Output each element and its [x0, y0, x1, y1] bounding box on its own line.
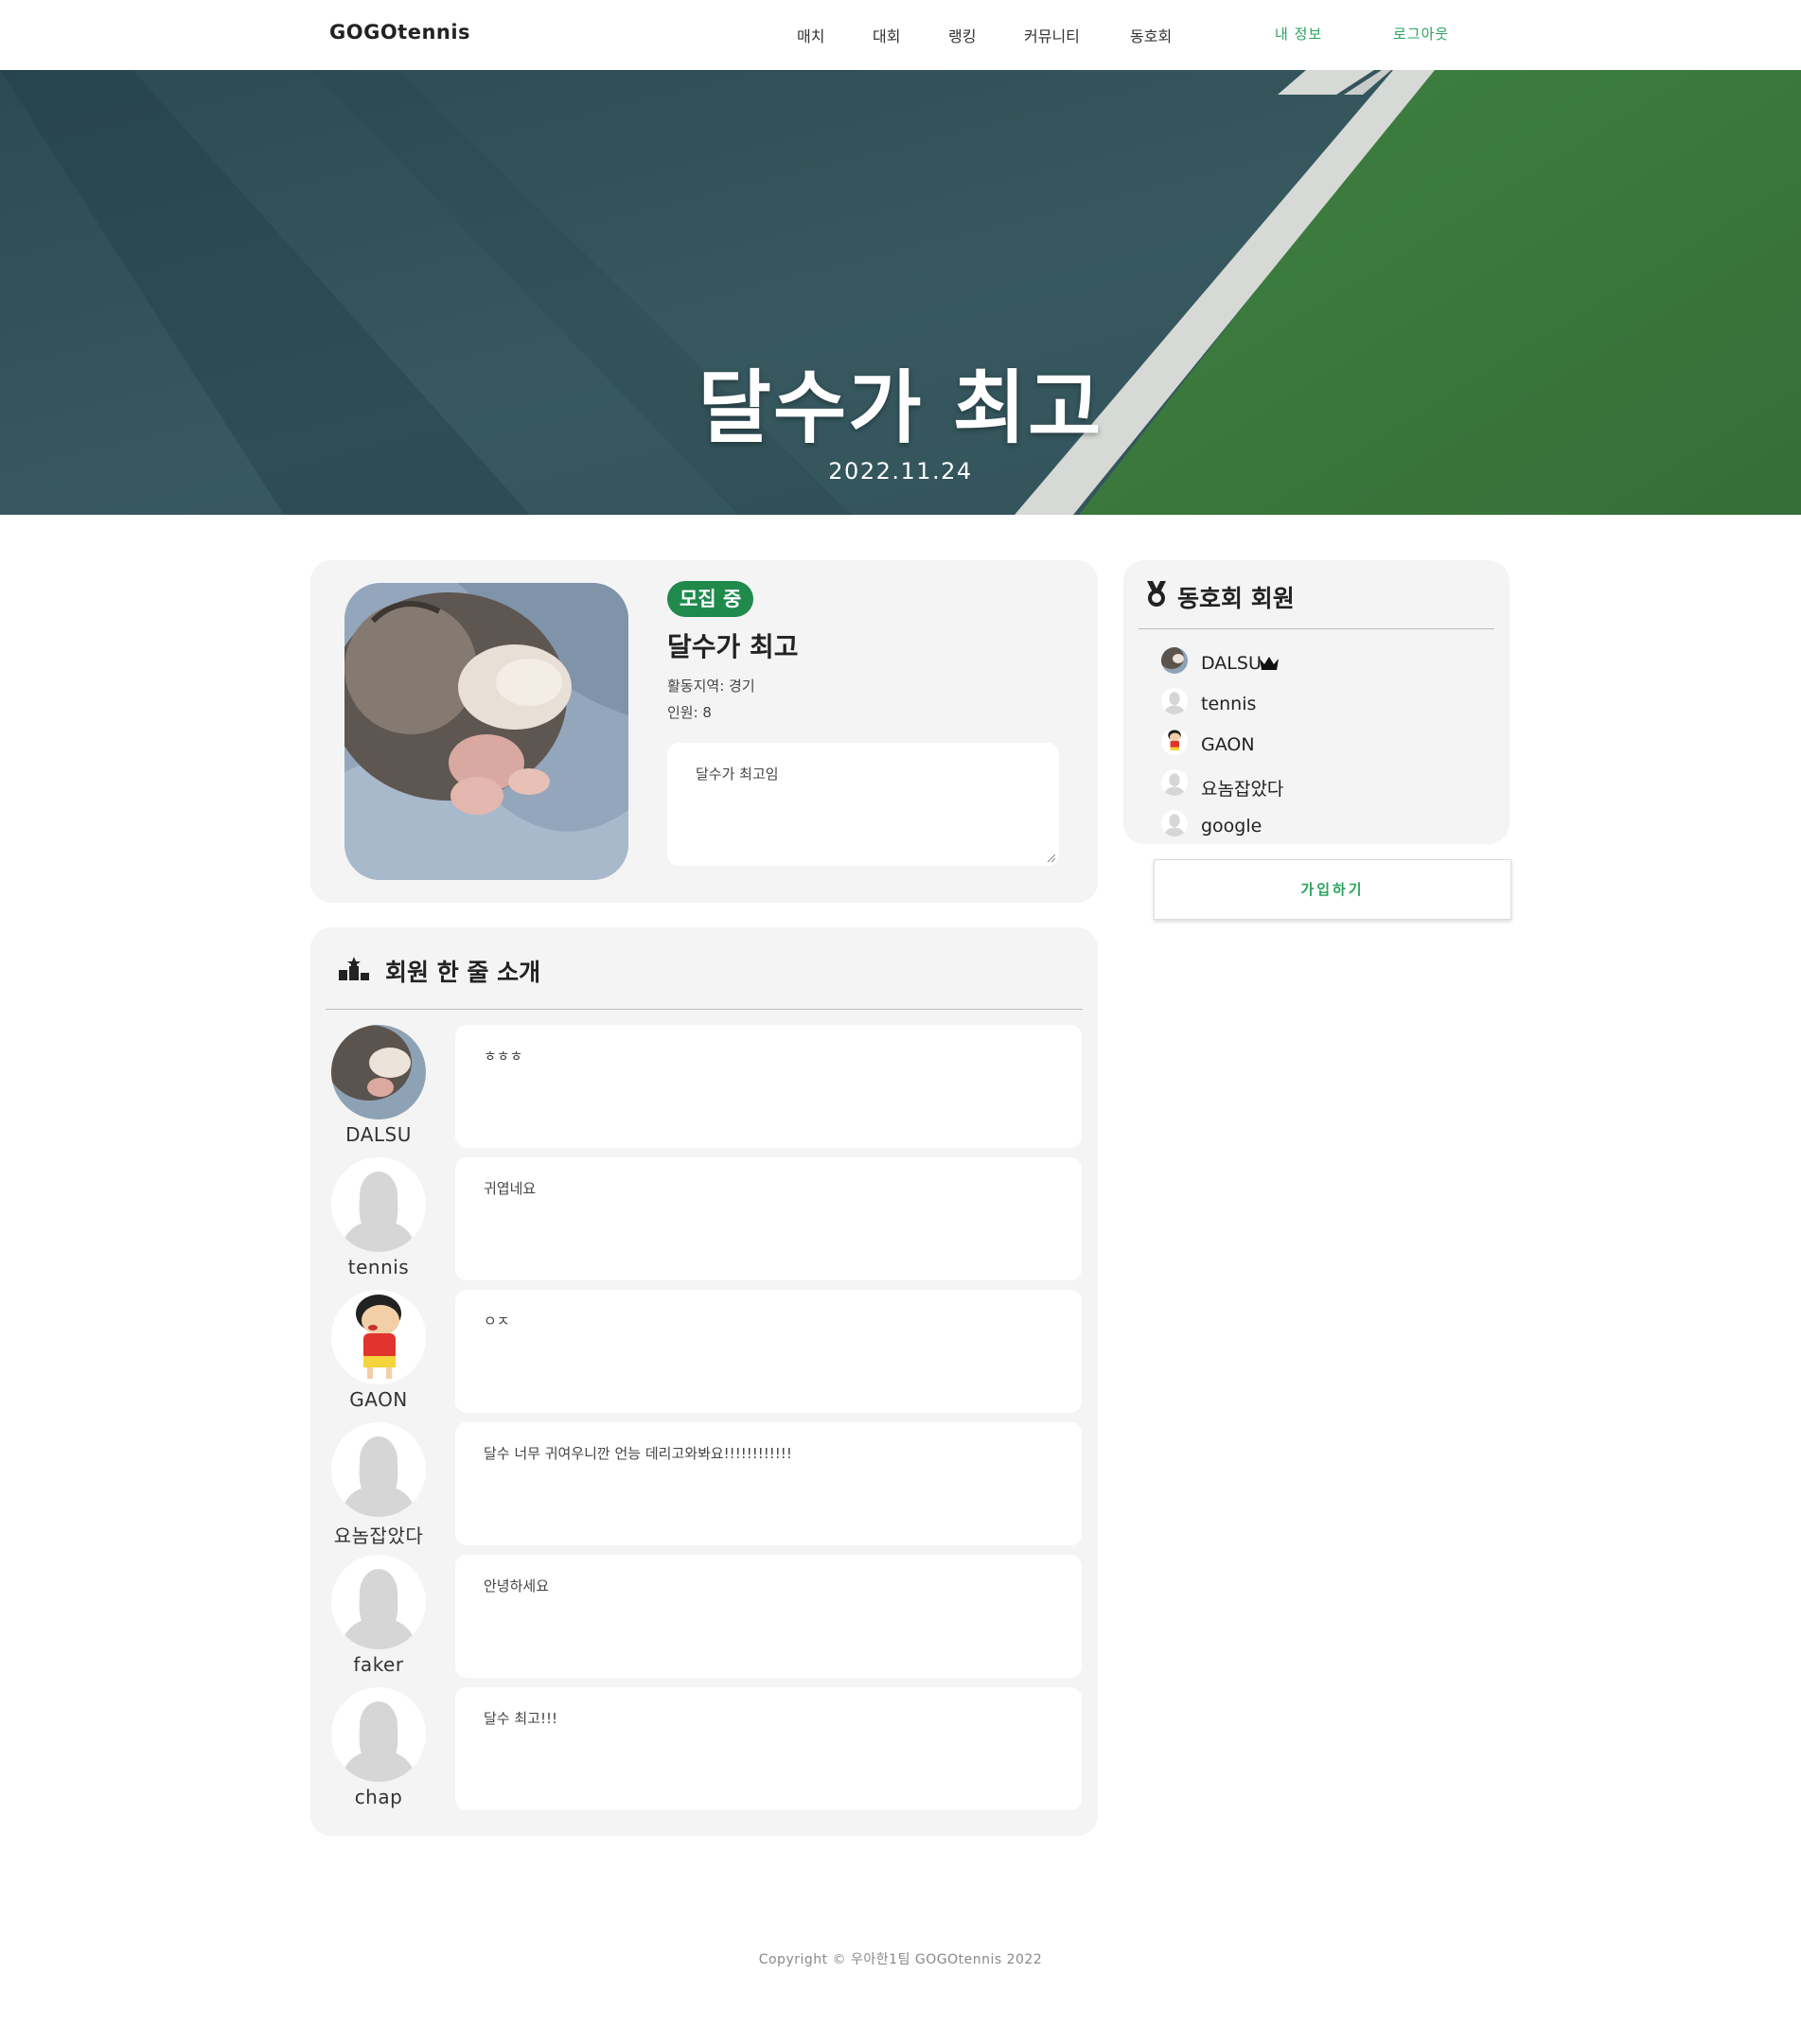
- medal-icon: [1147, 581, 1166, 607]
- cartoon-avatar-icon: [1161, 729, 1188, 755]
- nav-item-match[interactable]: 매치: [797, 24, 824, 46]
- member-intro-text: ㅇㅈ: [484, 1313, 510, 1330]
- cartoon-avatar-icon: [331, 1290, 426, 1384]
- member-intro-text: 귀엽네요: [484, 1180, 537, 1197]
- section-divider: [326, 1009, 1083, 1010]
- member-intro-message: 달수 너무 귀여우니깐 언능 데리고와봐요!!!!!!!!!!!!: [455, 1422, 1082, 1545]
- default-avatar-icon: [331, 1157, 426, 1252]
- member-intro-message: 안녕하세요: [455, 1555, 1082, 1678]
- my-info-link[interactable]: 내 정보: [1275, 24, 1322, 44]
- top-nav: GOGOtennis 매치 대회 랭킹 커뮤니티 동호회 내 정보 로그아웃: [0, 0, 1801, 70]
- sleeping-pet-image: [344, 583, 628, 880]
- default-avatar-icon: [331, 1555, 426, 1649]
- default-avatar-icon: [331, 1687, 426, 1782]
- member-name: tennis: [1201, 694, 1257, 714]
- resize-handle-icon[interactable]: [1046, 853, 1055, 862]
- club-members-card: 동호회 회원 DALSU tennis GAON 요놈잡았다 google: [1123, 560, 1510, 844]
- pet-avatar-image: [331, 1025, 426, 1119]
- member-intro-text: ㅎㅎㅎ: [484, 1048, 523, 1065]
- member-name: faker: [353, 1653, 404, 1676]
- member-item-google[interactable]: google: [1161, 810, 1502, 842]
- intro-row-gaon: GAON ㅇㅈ: [310, 1290, 1098, 1413]
- member-name: DALSU: [345, 1123, 412, 1146]
- member-name: GAON: [349, 1388, 408, 1411]
- nav-item-tournament[interactable]: 대회: [873, 24, 900, 46]
- member-name: google: [1201, 816, 1262, 837]
- hero-banner: 달수가 최고 2022.11.24: [0, 70, 1801, 515]
- intro-row-yonom: 요놈잡았다 달수 너무 귀여우니깐 언능 데리고와봐요!!!!!!!!!!!!: [310, 1422, 1098, 1547]
- crown-icon: [1260, 657, 1279, 670]
- intro-row-tennis: tennis 귀엽네요: [310, 1157, 1098, 1280]
- logout-link[interactable]: 로그아웃: [1393, 24, 1449, 44]
- club-info-card: 모집 중 달수가 최고 활동지역: 경기 인원: 8 달수가 최고임: [310, 560, 1098, 903]
- intro-row-dalsu: DALSU ㅎㅎㅎ: [310, 1025, 1098, 1148]
- club-headcount: 인원: 8: [667, 704, 712, 721]
- member-intro-card: 회원 한 줄 소개 DALSU ㅎㅎㅎ tennis 귀엽네요 GAON ㅇㅈ …: [310, 927, 1098, 1836]
- default-avatar-icon: [1161, 688, 1188, 714]
- member-item-yonom[interactable]: 요놈잡았다: [1161, 769, 1502, 802]
- member-name: chap: [354, 1786, 403, 1808]
- default-avatar-icon: [331, 1422, 426, 1517]
- member-intro-text: 안녕하세요: [484, 1577, 550, 1595]
- default-avatar-icon: [1161, 810, 1188, 837]
- member-name: 요놈잡았다: [333, 1524, 424, 1547]
- club-description-textarea[interactable]: 달수가 최고임: [667, 743, 1059, 866]
- nav-item-ranking[interactable]: 랭킹: [948, 24, 976, 46]
- footer-copyright: Copyright © 우아한1팀 GOGOtennis 2022: [758, 1952, 1043, 1967]
- section-divider: [1139, 628, 1494, 629]
- intro-row-chap: chap 달수 최고!!!: [310, 1687, 1098, 1810]
- member-intro-title: 회원 한 줄 소개: [385, 959, 541, 986]
- member-item-gaon[interactable]: GAON: [1161, 729, 1502, 761]
- club-photo: [344, 583, 628, 880]
- club-region: 활동지역: 경기: [667, 678, 755, 695]
- join-club-button[interactable]: 가입하기: [1154, 859, 1511, 920]
- member-item-tennis[interactable]: tennis: [1161, 688, 1502, 720]
- member-name: 요놈잡았다: [1201, 779, 1284, 800]
- avatar-photo: [1161, 647, 1188, 674]
- members-title: 동호회 회원: [1177, 585, 1295, 612]
- member-intro-message: 달수 최고!!!: [455, 1687, 1082, 1810]
- member-name: tennis: [347, 1256, 410, 1278]
- hero-date: 2022.11.24: [828, 458, 973, 485]
- default-avatar-icon: [1161, 769, 1188, 796]
- recruiting-status-badge: 모집 중: [667, 581, 754, 617]
- club-name: 달수가 최고: [667, 631, 799, 662]
- member-name: GAON: [1201, 734, 1255, 755]
- intro-row-faker: faker 안녕하세요: [310, 1555, 1098, 1678]
- member-intro-text: 달수 최고!!!: [484, 1710, 558, 1727]
- hero-title: 달수가 최고: [697, 361, 1104, 454]
- nav-item-club[interactable]: 동호회: [1130, 24, 1172, 46]
- club-description-text: 달수가 최고임: [696, 766, 779, 783]
- member-intro-message: 귀엽네요: [455, 1157, 1082, 1280]
- member-intro-message: ㅎㅎㅎ: [455, 1025, 1082, 1148]
- avatar-photo: [331, 1025, 426, 1119]
- site-logo[interactable]: GOGOtennis: [329, 21, 470, 44]
- member-name: DALSU: [1201, 653, 1262, 674]
- podium-icon: [339, 957, 369, 980]
- nav-item-community[interactable]: 커뮤니티: [1024, 24, 1080, 46]
- member-intro-message: ㅇㅈ: [455, 1290, 1082, 1413]
- member-item-dalsu[interactable]: DALSU: [1161, 647, 1502, 679]
- member-intro-text: 달수 너무 귀여우니깐 언능 데리고와봐요!!!!!!!!!!!!: [484, 1445, 792, 1462]
